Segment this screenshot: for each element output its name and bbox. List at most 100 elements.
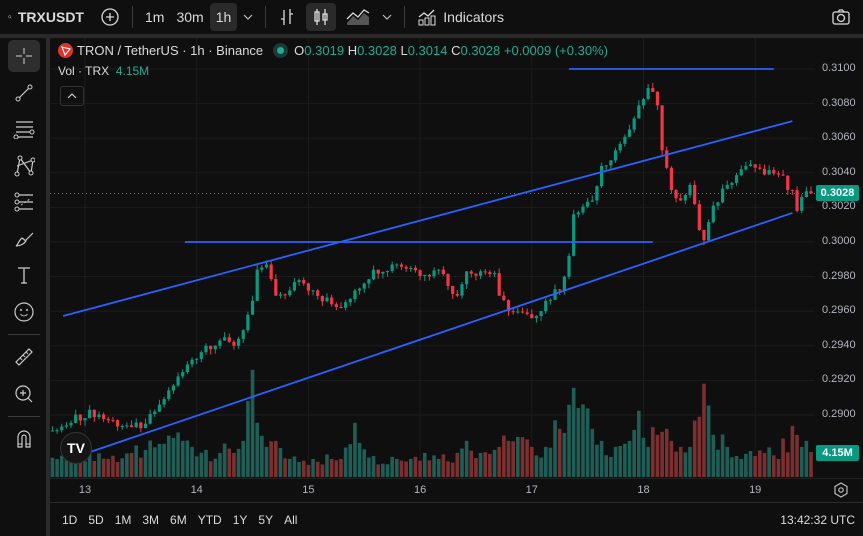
volume-bar (795, 434, 799, 477)
volume-bar (362, 449, 367, 477)
volume-bar (334, 460, 339, 477)
volume-bar (660, 431, 664, 477)
volume-bar (320, 464, 325, 477)
range-1y[interactable]: 1Y (233, 513, 248, 527)
volume-bar (758, 450, 762, 477)
candle-body (646, 88, 650, 100)
candle-body (753, 164, 757, 168)
collapse-legend-button[interactable] (60, 86, 84, 106)
volume-bar (218, 452, 222, 477)
candle-body (674, 190, 678, 199)
range-5y[interactable]: 5Y (258, 513, 273, 527)
candle-body (613, 150, 618, 161)
volume-bar (492, 449, 497, 477)
candle-body (232, 341, 236, 346)
candle-body (69, 422, 73, 426)
candle-body (381, 271, 385, 274)
candle-body (511, 311, 515, 313)
candle-body (669, 167, 674, 191)
time-tick: 13 (78, 484, 92, 496)
volume-bar (785, 452, 790, 477)
candle-body (250, 300, 255, 315)
candle-body (167, 390, 171, 399)
candle-body (548, 299, 552, 301)
volume-bar (180, 440, 185, 477)
volume-bar (162, 443, 166, 477)
change-value: +0.0009 (+0.30%) (503, 43, 608, 58)
trend-line (62, 120, 793, 317)
range-all[interactable]: All (284, 513, 297, 527)
volume-bar (269, 441, 273, 477)
range-ytd[interactable]: YTD (198, 513, 222, 527)
candle-body (767, 170, 771, 175)
candle-body (199, 352, 203, 359)
candle-body (367, 279, 371, 284)
candle-body (297, 280, 301, 283)
candle-body (241, 330, 245, 339)
candle-body (544, 300, 548, 312)
volume-bar (543, 446, 548, 477)
time-tick: 17 (525, 484, 538, 496)
volume-bar (436, 458, 441, 477)
candle-body (385, 270, 390, 272)
candle-body (171, 385, 176, 391)
range-3m[interactable]: 3M (142, 513, 159, 527)
tron-logo-icon (58, 43, 73, 58)
range-5d[interactable]: 5D (88, 513, 103, 527)
candle-body (581, 206, 585, 213)
volume-bar (129, 452, 134, 477)
close-label: C (451, 43, 461, 58)
volume-bar (632, 429, 636, 477)
candle-body (683, 195, 687, 201)
candle-body (190, 359, 194, 365)
volume-bar (222, 443, 227, 477)
candle-body (111, 420, 115, 422)
symbol-title[interactable]: TRON / TetherUS · 1h · Binance (77, 43, 263, 58)
open-value: 0.3019 (304, 43, 345, 58)
volume-bar (255, 422, 259, 477)
candle-body (292, 282, 297, 291)
candle-body (474, 273, 478, 276)
volume-bar (422, 452, 427, 477)
volume-bar (539, 457, 543, 477)
range-1d[interactable]: 1D (62, 513, 77, 527)
candle-body (497, 273, 501, 296)
candle-body (530, 314, 534, 319)
candle-body (306, 283, 310, 291)
candle-body (223, 337, 227, 341)
volume-bar (623, 443, 627, 477)
candle-body (115, 420, 120, 427)
volume-bar (548, 447, 553, 477)
volume-bar (734, 455, 739, 477)
volume-bar (83, 461, 87, 477)
volume-bar (581, 404, 585, 477)
candle-body (781, 174, 785, 176)
low-label: L (400, 43, 408, 58)
volume-bar (771, 455, 776, 477)
volume-bar (460, 448, 464, 477)
volume-bar (306, 464, 311, 477)
volume-bar (283, 458, 287, 477)
current-price-label: 0.3028 (816, 185, 859, 201)
volume-bar (706, 405, 711, 477)
candle-body (64, 425, 68, 427)
volume-bar (343, 447, 348, 477)
candle-body (720, 188, 725, 203)
candle-body (748, 164, 753, 166)
volume-bar (725, 446, 730, 477)
volume-bar (478, 452, 483, 477)
range-6m[interactable]: 6M (170, 513, 187, 527)
volume-bar (585, 408, 590, 477)
candle-body (404, 266, 408, 269)
clock[interactable]: 13:42:32 UTC (780, 513, 855, 527)
candle-body (83, 418, 87, 421)
candle-body (469, 271, 473, 274)
candle-body (437, 269, 441, 271)
candle-body (60, 426, 64, 431)
chart-settings-button[interactable] (832, 481, 850, 504)
range-1m[interactable]: 1M (115, 513, 132, 527)
candle-body (739, 169, 743, 176)
candle-body (213, 345, 217, 350)
volume-bar (469, 450, 474, 477)
volume-bar (204, 449, 208, 477)
